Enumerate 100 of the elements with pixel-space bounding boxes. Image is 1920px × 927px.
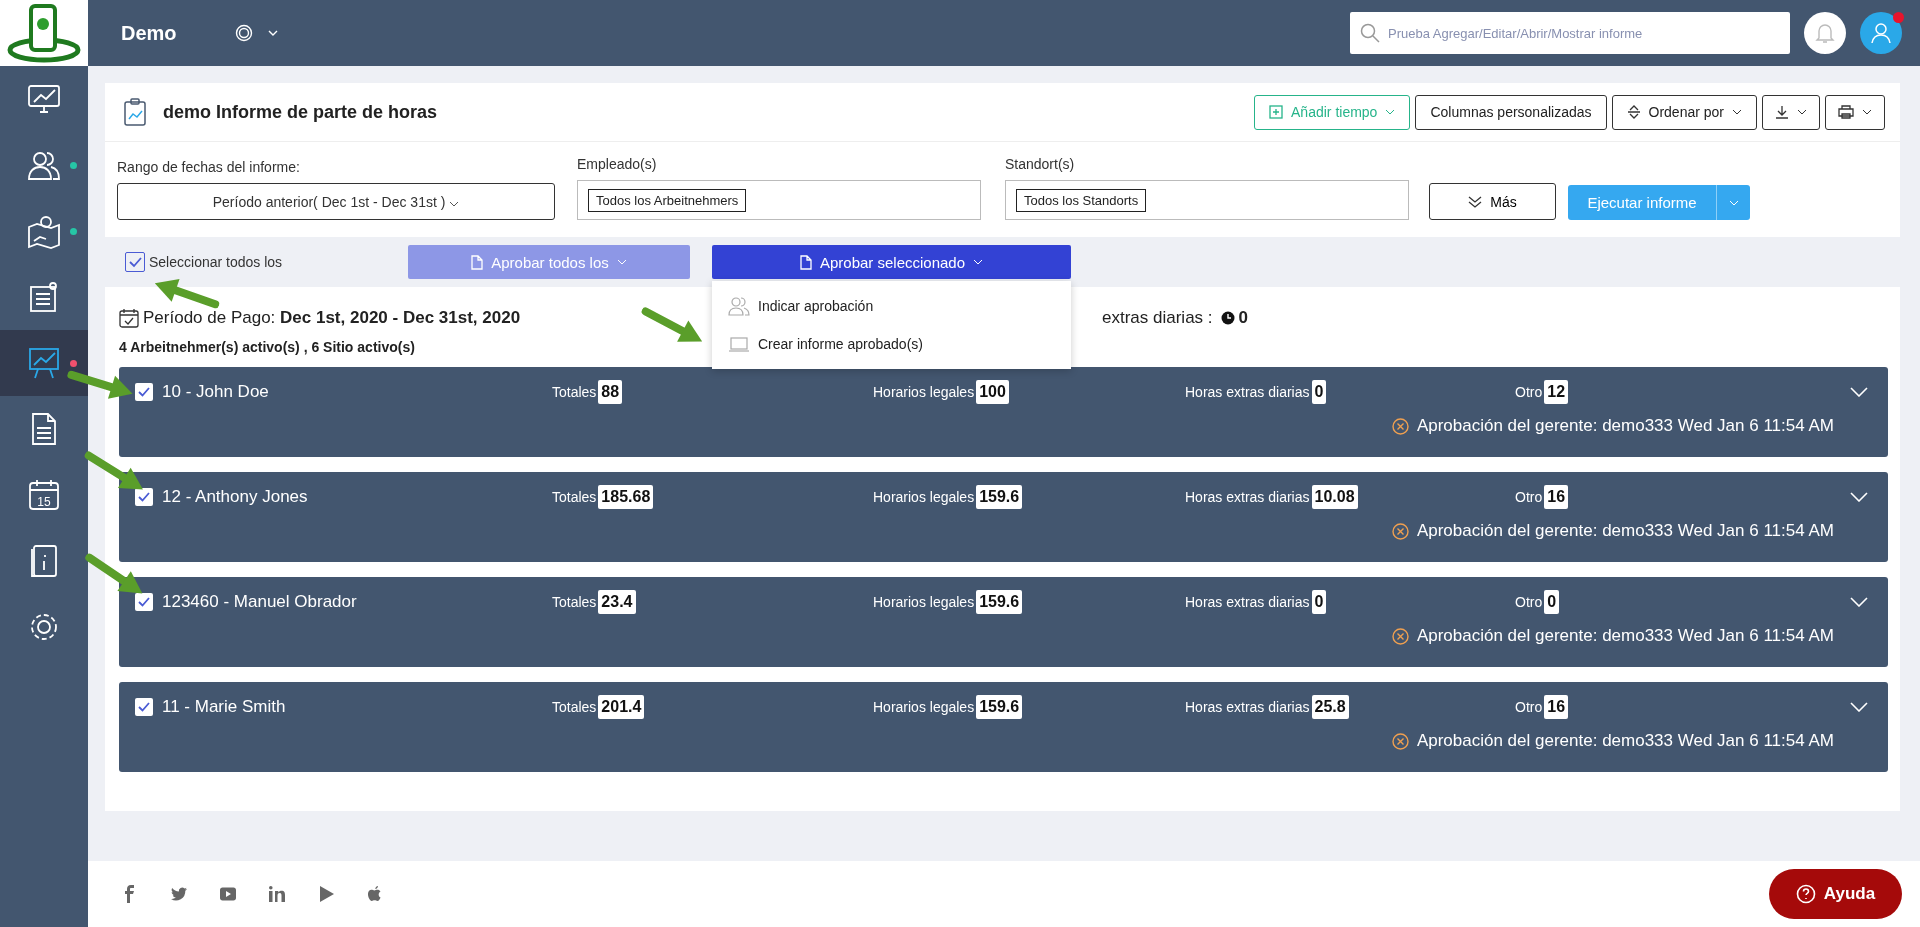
search-field[interactable]: Prueba Agregar/Editar/Abrir/Mostrar informe bbox=[1350, 12, 1790, 54]
caret-icon bbox=[616, 259, 627, 265]
stat-value: 100 bbox=[976, 380, 1009, 404]
pending-x-icon bbox=[1391, 627, 1409, 645]
filter-label: Rango de fechas del informe: bbox=[117, 159, 300, 175]
stat-value: 88 bbox=[598, 380, 623, 404]
select-all-label: Seleccionar todos los bbox=[149, 254, 283, 270]
stat-label: Totales bbox=[552, 384, 597, 400]
row-checkbox[interactable] bbox=[135, 488, 153, 506]
stat-value: 185.68 bbox=[598, 485, 654, 509]
users-icon bbox=[728, 296, 750, 316]
printer-icon bbox=[1838, 105, 1854, 119]
row-checkbox[interactable] bbox=[135, 593, 153, 611]
employee-name: 11 - Marie Smith bbox=[162, 697, 287, 717]
document-icon bbox=[799, 254, 812, 270]
stat-value: 16 bbox=[1544, 485, 1569, 509]
approval-text: Aprobación del gerente: demo333 Wed Jan 6 11:54 AM bbox=[1416, 731, 1834, 751]
caret-icon bbox=[1385, 109, 1396, 115]
plus-box-icon bbox=[1269, 105, 1284, 119]
tag-input-field[interactable]: Todos los Standorts bbox=[1005, 180, 1409, 220]
stat-label: Horarios legales bbox=[873, 699, 975, 715]
question-icon bbox=[1795, 884, 1816, 904]
expand-caret-icon[interactable] bbox=[1850, 387, 1868, 397]
menu-item[interactable]: Crear informe aprobado(s) bbox=[712, 325, 1071, 363]
stat-label: Horas extras diarias bbox=[1185, 384, 1310, 400]
stat-value: 0 bbox=[1311, 590, 1327, 614]
checkmark-icon bbox=[138, 597, 150, 607]
stat-label: Horarios legales bbox=[873, 384, 975, 400]
pending-x-icon bbox=[1391, 417, 1409, 435]
play-store-icon[interactable] bbox=[317, 885, 335, 903]
approval-text: Aprobación del gerente: demo333 Wed Jan 6 11:54 AM bbox=[1416, 416, 1834, 436]
approval-text: Aprobación del gerente: demo333 Wed Jan 6 11:54 AM bbox=[1416, 521, 1834, 541]
stat-label: Horas extras diarias bbox=[1185, 699, 1310, 715]
stat-value: 23.4 bbox=[598, 590, 636, 614]
stat-value: 12 bbox=[1544, 380, 1569, 404]
notification-button[interactable] bbox=[1804, 12, 1846, 54]
stat-label: Otro bbox=[1515, 699, 1543, 715]
employee-name: 12 - Anthony Jones bbox=[162, 487, 309, 507]
help-button[interactable]: Ayuda bbox=[1769, 869, 1902, 919]
document-icon bbox=[471, 254, 484, 270]
currency-icon[interactable] bbox=[234, 24, 253, 42]
stat-label: Horarios legales bbox=[873, 594, 975, 610]
stat-value: 0 bbox=[1544, 590, 1560, 614]
twitter-icon[interactable] bbox=[170, 885, 188, 903]
caret-icon[interactable] bbox=[266, 29, 279, 37]
overtime-value: 0 bbox=[1238, 308, 1248, 328]
pending-x-icon bbox=[1391, 522, 1409, 540]
checkmark-icon bbox=[138, 387, 150, 397]
stat-value: 159.6 bbox=[976, 590, 1023, 614]
checkmark-icon bbox=[138, 702, 150, 712]
approve-selected-button[interactable]: Aprobar seleccionado bbox=[712, 245, 1071, 279]
date-range-dropdown[interactable]: Período anterior( Dec 1st - Dec 31st ) bbox=[117, 183, 555, 220]
checkmark-icon bbox=[138, 492, 150, 502]
sidebar-item[interactable] bbox=[0, 330, 88, 396]
select-all-checkbox[interactable] bbox=[125, 252, 145, 272]
print-button[interactable] bbox=[1825, 94, 1885, 130]
caret-icon bbox=[449, 200, 460, 207]
approval-text: Aprobación del gerente: demo333 Wed Jan 6 11:54 AM bbox=[1416, 626, 1834, 646]
double-caret-icon bbox=[1468, 195, 1483, 208]
stat-value: 16 bbox=[1544, 695, 1569, 719]
stat-label: Totales bbox=[552, 594, 597, 610]
custom-columns-button[interactable]: Columnas personalizadas bbox=[1415, 94, 1607, 130]
linkedin-icon[interactable] bbox=[268, 885, 286, 903]
caret-icon bbox=[1732, 109, 1742, 115]
caret-icon bbox=[1797, 109, 1807, 115]
caret-icon bbox=[973, 259, 984, 265]
checkmark-icon bbox=[128, 256, 142, 268]
report-title: demo Informe de parte de horas bbox=[163, 101, 438, 123]
tag-input-field[interactable]: Todos los Arbeitnehmers bbox=[577, 180, 981, 220]
employee-name: 10 - John Doe bbox=[162, 382, 270, 402]
clock-icon bbox=[1220, 311, 1235, 325]
download-icon bbox=[1775, 105, 1789, 119]
expand-caret-icon[interactable] bbox=[1850, 702, 1868, 712]
row-checkbox[interactable] bbox=[135, 383, 153, 401]
caret-icon bbox=[1862, 109, 1872, 115]
expand-caret-icon[interactable] bbox=[1850, 597, 1868, 607]
expand-caret-icon[interactable] bbox=[1850, 492, 1868, 502]
stat-label: Otro bbox=[1515, 594, 1543, 610]
download-button[interactable] bbox=[1762, 94, 1820, 130]
sort-icon bbox=[1626, 105, 1641, 119]
more-button[interactable]: Más bbox=[1429, 183, 1556, 220]
chart-easel-icon bbox=[26, 345, 62, 381]
app-title: Demo bbox=[121, 21, 177, 45]
stat-label: Otro bbox=[1515, 489, 1543, 505]
user-avatar[interactable] bbox=[1860, 12, 1902, 54]
pay-period-text: Período de Pago: Dec 1st, 2020 - Dec 31st, 2020 bbox=[143, 308, 521, 328]
sidebar-item[interactable]: 15 bbox=[0, 462, 88, 528]
pending-x-icon bbox=[1391, 732, 1409, 750]
stat-label: Horarios legales bbox=[873, 489, 975, 505]
menu-item[interactable]: Indicar aprobación bbox=[712, 287, 1071, 325]
bell-icon bbox=[1815, 22, 1835, 44]
sort-button[interactable]: Ordenar por bbox=[1611, 94, 1757, 130]
youtube-icon[interactable] bbox=[219, 885, 237, 903]
user-icon bbox=[1870, 22, 1892, 44]
stat-value: 25.8 bbox=[1311, 695, 1349, 719]
stat-label: Horas extras diarias bbox=[1185, 594, 1310, 610]
row-checkbox[interactable] bbox=[135, 698, 153, 716]
map-pin-icon bbox=[26, 213, 62, 249]
stat-label: Horas extras diarias bbox=[1185, 489, 1310, 505]
filter-tag: Todos los Arbeitnehmers bbox=[588, 188, 747, 212]
